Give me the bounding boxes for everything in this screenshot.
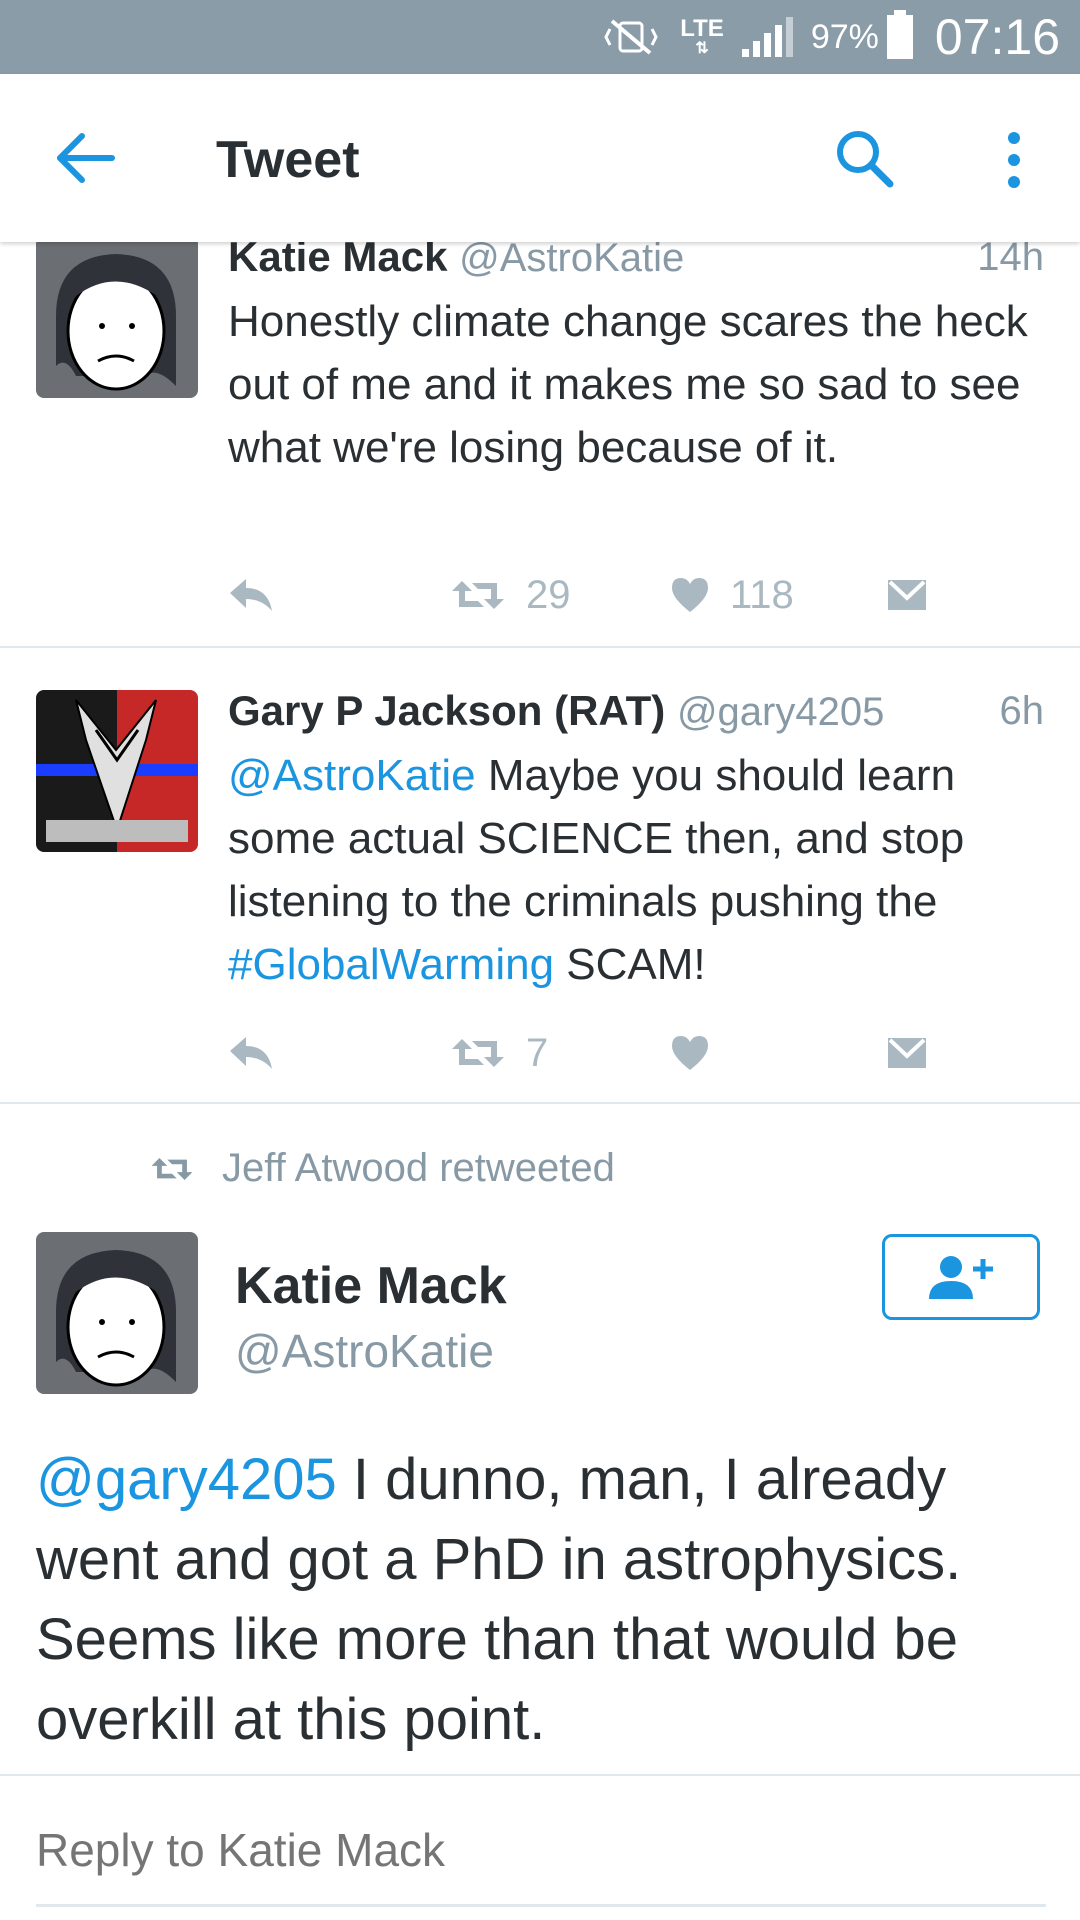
reply-input[interactable] — [36, 1810, 1046, 1890]
tweet-time: 6h — [999, 689, 1045, 733]
tweet-item[interactable]: Gary P Jackson (RAT) @gary4205 6h @Astro… — [0, 648, 1080, 1103]
tweet-text: Honestly climate change scares the heck … — [228, 297, 1028, 472]
hashtag-link[interactable]: #GlobalWarming — [228, 940, 554, 989]
like-count: 118 — [730, 572, 794, 617]
mention-link[interactable]: @gary4205 — [36, 1447, 337, 1512]
reply-underline — [36, 1904, 1046, 1907]
add-user-icon — [929, 1256, 993, 1299]
author-handle[interactable]: @AstroKatie — [235, 1324, 494, 1378]
divider — [0, 1774, 1080, 1776]
author-handle[interactable]: @AstroKatie — [459, 236, 684, 280]
author-name[interactable]: Katie Mack — [235, 1256, 507, 1316]
retweet-icon — [151, 1157, 193, 1180]
more-options-icon[interactable] — [1000, 130, 1028, 190]
divider — [0, 1102, 1080, 1104]
like-button[interactable]: 118 — [670, 570, 794, 620]
retweet-button[interactable]: 29 — [450, 570, 571, 620]
tweet-actions: 29 118 — [228, 570, 1048, 620]
retweet-icon — [452, 1039, 504, 1067]
follow-button[interactable] — [882, 1234, 1040, 1320]
page-title: Tweet — [216, 131, 360, 189]
retweet-icon — [452, 581, 504, 609]
direct-message-button[interactable] — [886, 570, 928, 620]
reply-icon — [230, 579, 272, 611]
like-button[interactable] — [670, 1028, 710, 1078]
avatar[interactable] — [36, 236, 198, 398]
reply-icon — [230, 1037, 272, 1069]
tweet-actions: 7 — [228, 1028, 1048, 1078]
author-name[interactable]: Gary P Jackson (RAT) — [228, 687, 665, 734]
envelope-icon — [888, 1038, 926, 1068]
tweet-text: @AstroKatie Maybe you should learn some … — [228, 744, 1048, 996]
avatar[interactable] — [36, 1232, 198, 1394]
reply-button[interactable] — [228, 570, 274, 620]
retweet-count: 7 — [526, 1030, 549, 1075]
heart-icon — [672, 578, 708, 612]
app-bar: Tweet — [0, 74, 1080, 242]
mention-link[interactable]: @AstroKatie — [228, 751, 476, 800]
avatar[interactable] — [36, 690, 198, 852]
retweet-count: 29 — [526, 572, 571, 617]
back-arrow-icon[interactable] — [52, 128, 120, 188]
heart-icon — [672, 1036, 708, 1070]
retweeted-by-label: Jeff Atwood retweeted — [222, 1146, 615, 1190]
author-handle[interactable]: @gary4205 — [677, 690, 884, 734]
envelope-icon — [888, 580, 926, 610]
reply-button[interactable] — [228, 1028, 274, 1078]
direct-message-button[interactable] — [886, 1028, 928, 1078]
search-icon[interactable] — [832, 126, 896, 190]
tweet-header: Gary P Jackson (RAT) @gary4205 — [228, 686, 884, 737]
tweet-text-part: SCAM! — [554, 940, 706, 989]
retweet-button[interactable]: 7 — [450, 1028, 548, 1078]
retweet-context[interactable]: Jeff Atwood retweeted — [150, 1146, 615, 1191]
tweet-text: @gary4205 I dunno, man, I already went a… — [36, 1440, 1046, 1760]
